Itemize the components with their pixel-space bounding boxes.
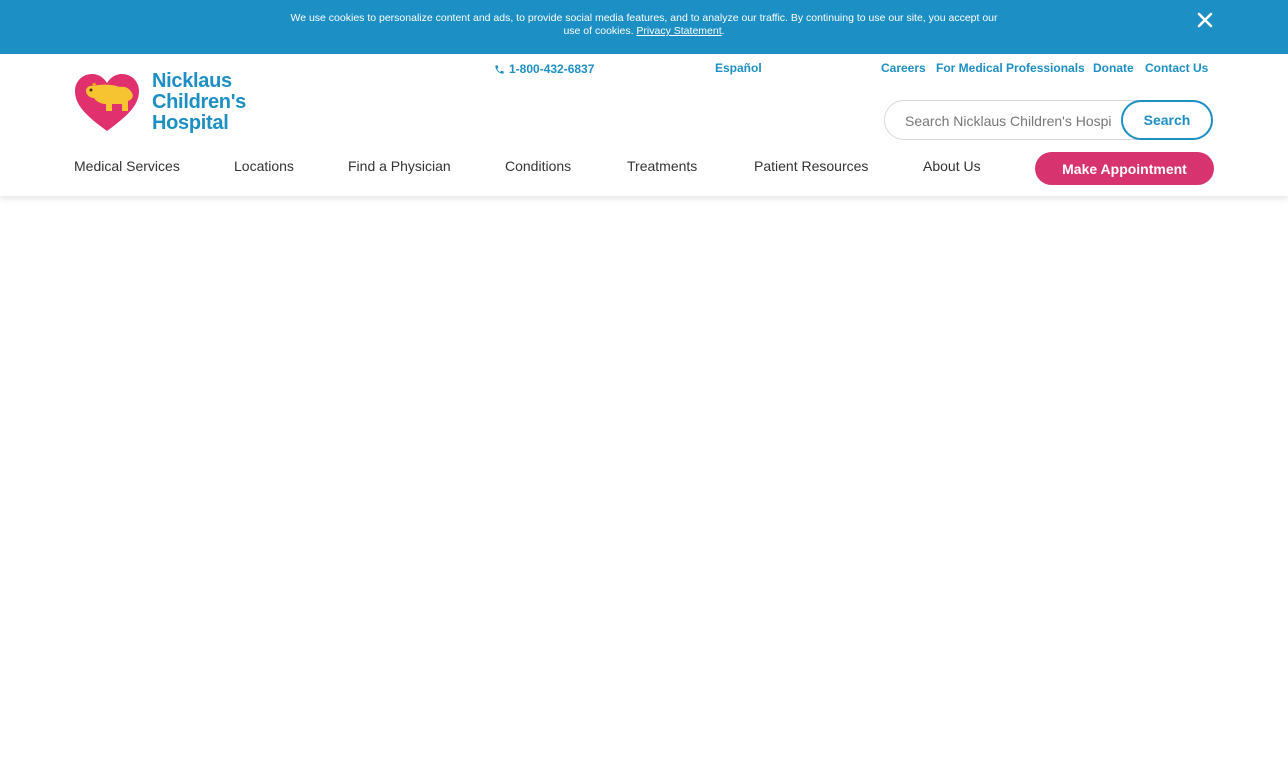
phone-number: 1-800-432-6837 [509,62,595,76]
cookie-message: We use cookies to personalize content an… [284,12,1004,38]
careers-link[interactable]: Careers [881,61,926,75]
privacy-statement-link[interactable]: Privacy Statement [636,25,721,37]
make-appointment-button[interactable]: Make Appointment [1035,152,1214,185]
nav-treatments[interactable]: Treatments [627,158,697,174]
cookie-trailing: . [721,25,725,37]
search-input[interactable] [905,111,1111,131]
phone-icon [495,64,504,74]
logo-line-3: Hospital [152,112,229,134]
nav-medical-services[interactable]: Medical Services [74,158,180,174]
espanol-link[interactable]: Español [715,61,762,75]
site-header: Nicklaus Children's Hospital 1-800-432-6… [0,54,1288,196]
contact-us-link[interactable]: Contact Us [1145,61,1208,75]
search-form: Search [884,100,1213,140]
logo-line-1: Nicklaus [152,70,232,92]
medical-professionals-link[interactable]: For Medical Professionals [936,61,1085,75]
phone-link[interactable]: 1-800-432-6837 [494,61,594,77]
heart-bear-icon [75,74,139,131]
nav-locations[interactable]: Locations [234,158,294,174]
site-logo[interactable]: Nicklaus Children's Hospital [74,71,260,135]
logo-line-2: Children's [152,91,246,113]
logo-wordmark: Nicklaus Children's Hospital [152,71,260,134]
close-icon[interactable] [1195,10,1215,30]
nav-find-a-physician[interactable]: Find a Physician [348,158,451,174]
donate-link[interactable]: Donate [1093,61,1134,75]
search-button[interactable]: Search [1121,100,1213,140]
cookie-banner: We use cookies to personalize content an… [0,0,1288,54]
nav-about-us[interactable]: About Us [923,158,981,174]
nav-conditions[interactable]: Conditions [505,158,571,174]
nav-patient-resources[interactable]: Patient Resources [754,158,868,174]
